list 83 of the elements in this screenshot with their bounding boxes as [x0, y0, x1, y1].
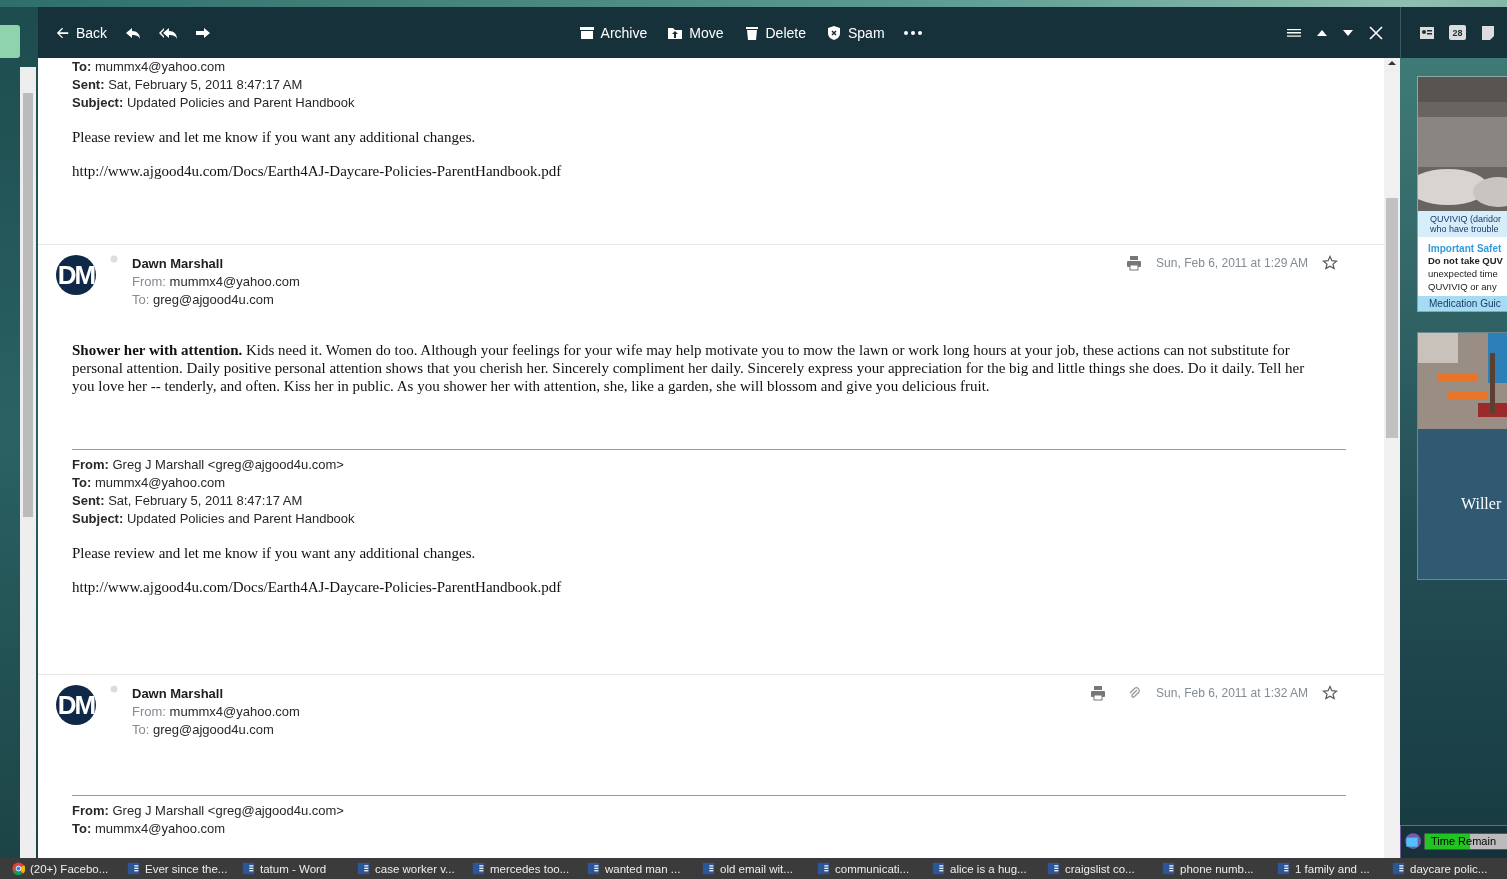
star-icon [1322, 255, 1338, 271]
taskbar-item[interactable]: (20+) Facebo... [10, 862, 125, 875]
document-icon [587, 862, 600, 875]
document-icon [1392, 862, 1405, 875]
taskbar-item[interactable]: 1 family and ... [1275, 862, 1390, 875]
ad-card[interactable]: Willer [1417, 332, 1507, 580]
calendar-icon[interactable]: 28 [1449, 25, 1466, 40]
message-date: Sun, Feb 6, 2011 at 1:29 AM [1156, 256, 1308, 270]
document-icon [817, 862, 830, 875]
spam-button[interactable]: Spam [823, 22, 887, 43]
taskbar-item[interactable]: communicati... [815, 862, 930, 875]
document-icon [127, 862, 140, 875]
link[interactable]: http://www.ajgood4u.com/Docs/Earth4AJ-Daycare-Policies-ParentHandbook.pdf [72, 163, 562, 179]
header-line: To: mummx4@yahoo.com [72, 820, 227, 838]
header-line: Sent: Sat, February 5, 2011 8:47:17 AM [72, 76, 304, 94]
to-line: To: greg@ajgood4u.com [132, 291, 275, 309]
delete-button[interactable]: Delete [741, 22, 808, 43]
scrollbar-thumb[interactable] [23, 93, 33, 517]
printer-icon [1090, 685, 1107, 701]
sidebar-tab[interactable] [0, 25, 20, 58]
document-icon [702, 862, 715, 875]
scrollbar-thumb[interactable] [1386, 198, 1398, 438]
document-icon [242, 862, 255, 875]
header-line: From: Greg J Marshall <greg@ajgood4u.com> [72, 802, 345, 820]
taskbar-item[interactable]: Ever since the... [125, 862, 240, 875]
scroll-up-icon [1388, 58, 1396, 68]
header-line: From: Greg J Marshall <greg@ajgood4u.com> [72, 456, 345, 474]
ad-caption: QUVIVIQ (daridor who have trouble [1418, 211, 1507, 237]
message-date: Sun, Feb 6, 2011 at 1:32 AM [1156, 686, 1308, 700]
taskbar-item[interactable]: wanted man ... [585, 862, 700, 875]
shield-icon [825, 24, 842, 41]
from-line: From: mummx4@yahoo.com [132, 273, 300, 291]
link[interactable]: http://www.ajgood4u.com/Docs/Earth4AJ-Daycare-Policies-ParentHandbook.pdf [72, 579, 562, 595]
taskbar-item[interactable]: old email wit... [700, 862, 815, 875]
ad-text: Do not take QUV [1427, 254, 1504, 267]
header-line: Subject: Updated Policies and Parent Handbook [72, 510, 356, 528]
message-text: Shower her with attention. Kids need it. Women do too. Although your feelings for your wife may help motivate you to mow the lawn or work long hours at your job, these actions can not substitute for personal attention. Daily positive personal attention shows that you cherish her. Sincerely compliment her daily. Sincerely express your appreciation for the big and little things she does. Do it daily. Tell her you love her -- tenderly, and often. Kiss her in public. As you shower her with attention, she, like a garden, she will blossom and give you delicious fruit. [72, 341, 1306, 395]
monitor-icon [1403, 832, 1421, 850]
chrome-icon [12, 862, 25, 875]
close-icon [1368, 24, 1384, 41]
document-icon [932, 862, 945, 875]
document-icon [1047, 862, 1060, 875]
dot-icon [110, 685, 118, 693]
move-button[interactable]: Move [665, 22, 726, 43]
message-text: Please review and let me know if you want any additional changes. [72, 128, 477, 146]
printer-icon [1126, 255, 1143, 271]
ad-text: unexpected time [1427, 267, 1499, 280]
avatar: DM [56, 255, 96, 295]
ad-text: QUVIVIQ or any [1427, 280, 1498, 293]
header-line: Subject: Updated Policies and Parent Handbook [72, 94, 356, 112]
contact-card-icon [1419, 24, 1435, 41]
sender-name: Dawn Marshall [132, 255, 225, 273]
ad-title: Willer [1418, 429, 1507, 579]
taskbar-item[interactable]: daycare polic... [1390, 862, 1505, 875]
taskbar-item[interactable]: craigslist co... [1045, 862, 1160, 875]
message-text: Please review and let me know if you want any additional changes. [72, 544, 477, 562]
archive-icon [578, 24, 595, 41]
trash-icon [743, 24, 760, 41]
taskbar-item[interactable]: alice is a hug... [930, 862, 1045, 875]
notepad-icon [1480, 24, 1496, 41]
ad-card[interactable]: QUVIVIQ (daridor who have trouble Important Safet Do not take QUV unexpected time QUVIVIQ or any Medication Guic [1417, 76, 1507, 312]
document-icon [1277, 862, 1290, 875]
ad-heading: Important Safet [1427, 242, 1503, 254]
document-icon [357, 862, 370, 875]
header-line: To: mummx4@yahoo.com [72, 474, 227, 492]
back-button[interactable]: Back [54, 22, 110, 43]
header-line: To: mummx4@yahoo.com [72, 58, 227, 76]
dot-icon [110, 255, 118, 263]
document-icon [472, 862, 485, 875]
taskbar-item[interactable]: phone numb... [1160, 862, 1275, 875]
taskbar-item[interactable]: tatum - Word [240, 862, 355, 875]
to-line: To: greg@ajgood4u.com [132, 721, 275, 739]
taskbar-item[interactable]: mercedes too... [470, 862, 585, 875]
avatar: DM [56, 685, 96, 725]
header-line: Sent: Sat, February 5, 2011 8:47:17 AM [72, 492, 304, 510]
archive-button[interactable]: Archive [576, 22, 650, 43]
document-icon [1162, 862, 1175, 875]
taskbar-item[interactable]: case worker v... [355, 862, 470, 875]
star-icon [1322, 685, 1338, 701]
ad-link[interactable]: Medication Guic [1418, 296, 1507, 311]
more-icon [902, 29, 923, 36]
from-line: From: mummx4@yahoo.com [132, 703, 300, 721]
sender-name: Dawn Marshall [132, 685, 225, 703]
